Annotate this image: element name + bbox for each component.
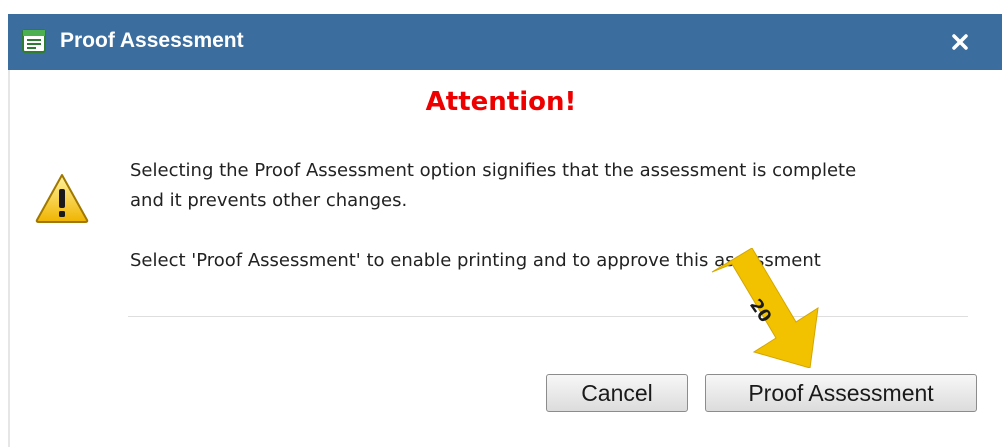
cancel-button[interactable]: Cancel: [546, 374, 688, 412]
close-icon[interactable]: [948, 30, 972, 54]
window-form-icon: [22, 29, 46, 53]
step-number-label: 20: [745, 296, 775, 327]
dialog-title: Proof Assessment: [60, 29, 244, 52]
dialog-left-border: [8, 70, 10, 447]
warning-triangle-icon: [35, 174, 89, 223]
proof-assessment-button[interactable]: Proof Assessment: [705, 374, 977, 412]
proof-assessment-dialog: Proof Assessment Attention! Selecting th…: [0, 0, 1002, 447]
dialog-titlebar[interactable]: Proof Assessment: [8, 14, 1002, 70]
attention-heading: Attention!: [425, 87, 577, 117]
message-line-3: Select 'Proof Assessment' to enable prin…: [130, 250, 821, 271]
message-line-2: and it prevents other changes.: [130, 190, 408, 211]
divider: [128, 316, 968, 317]
message-line-1: Selecting the Proof Assessment option si…: [130, 160, 857, 181]
